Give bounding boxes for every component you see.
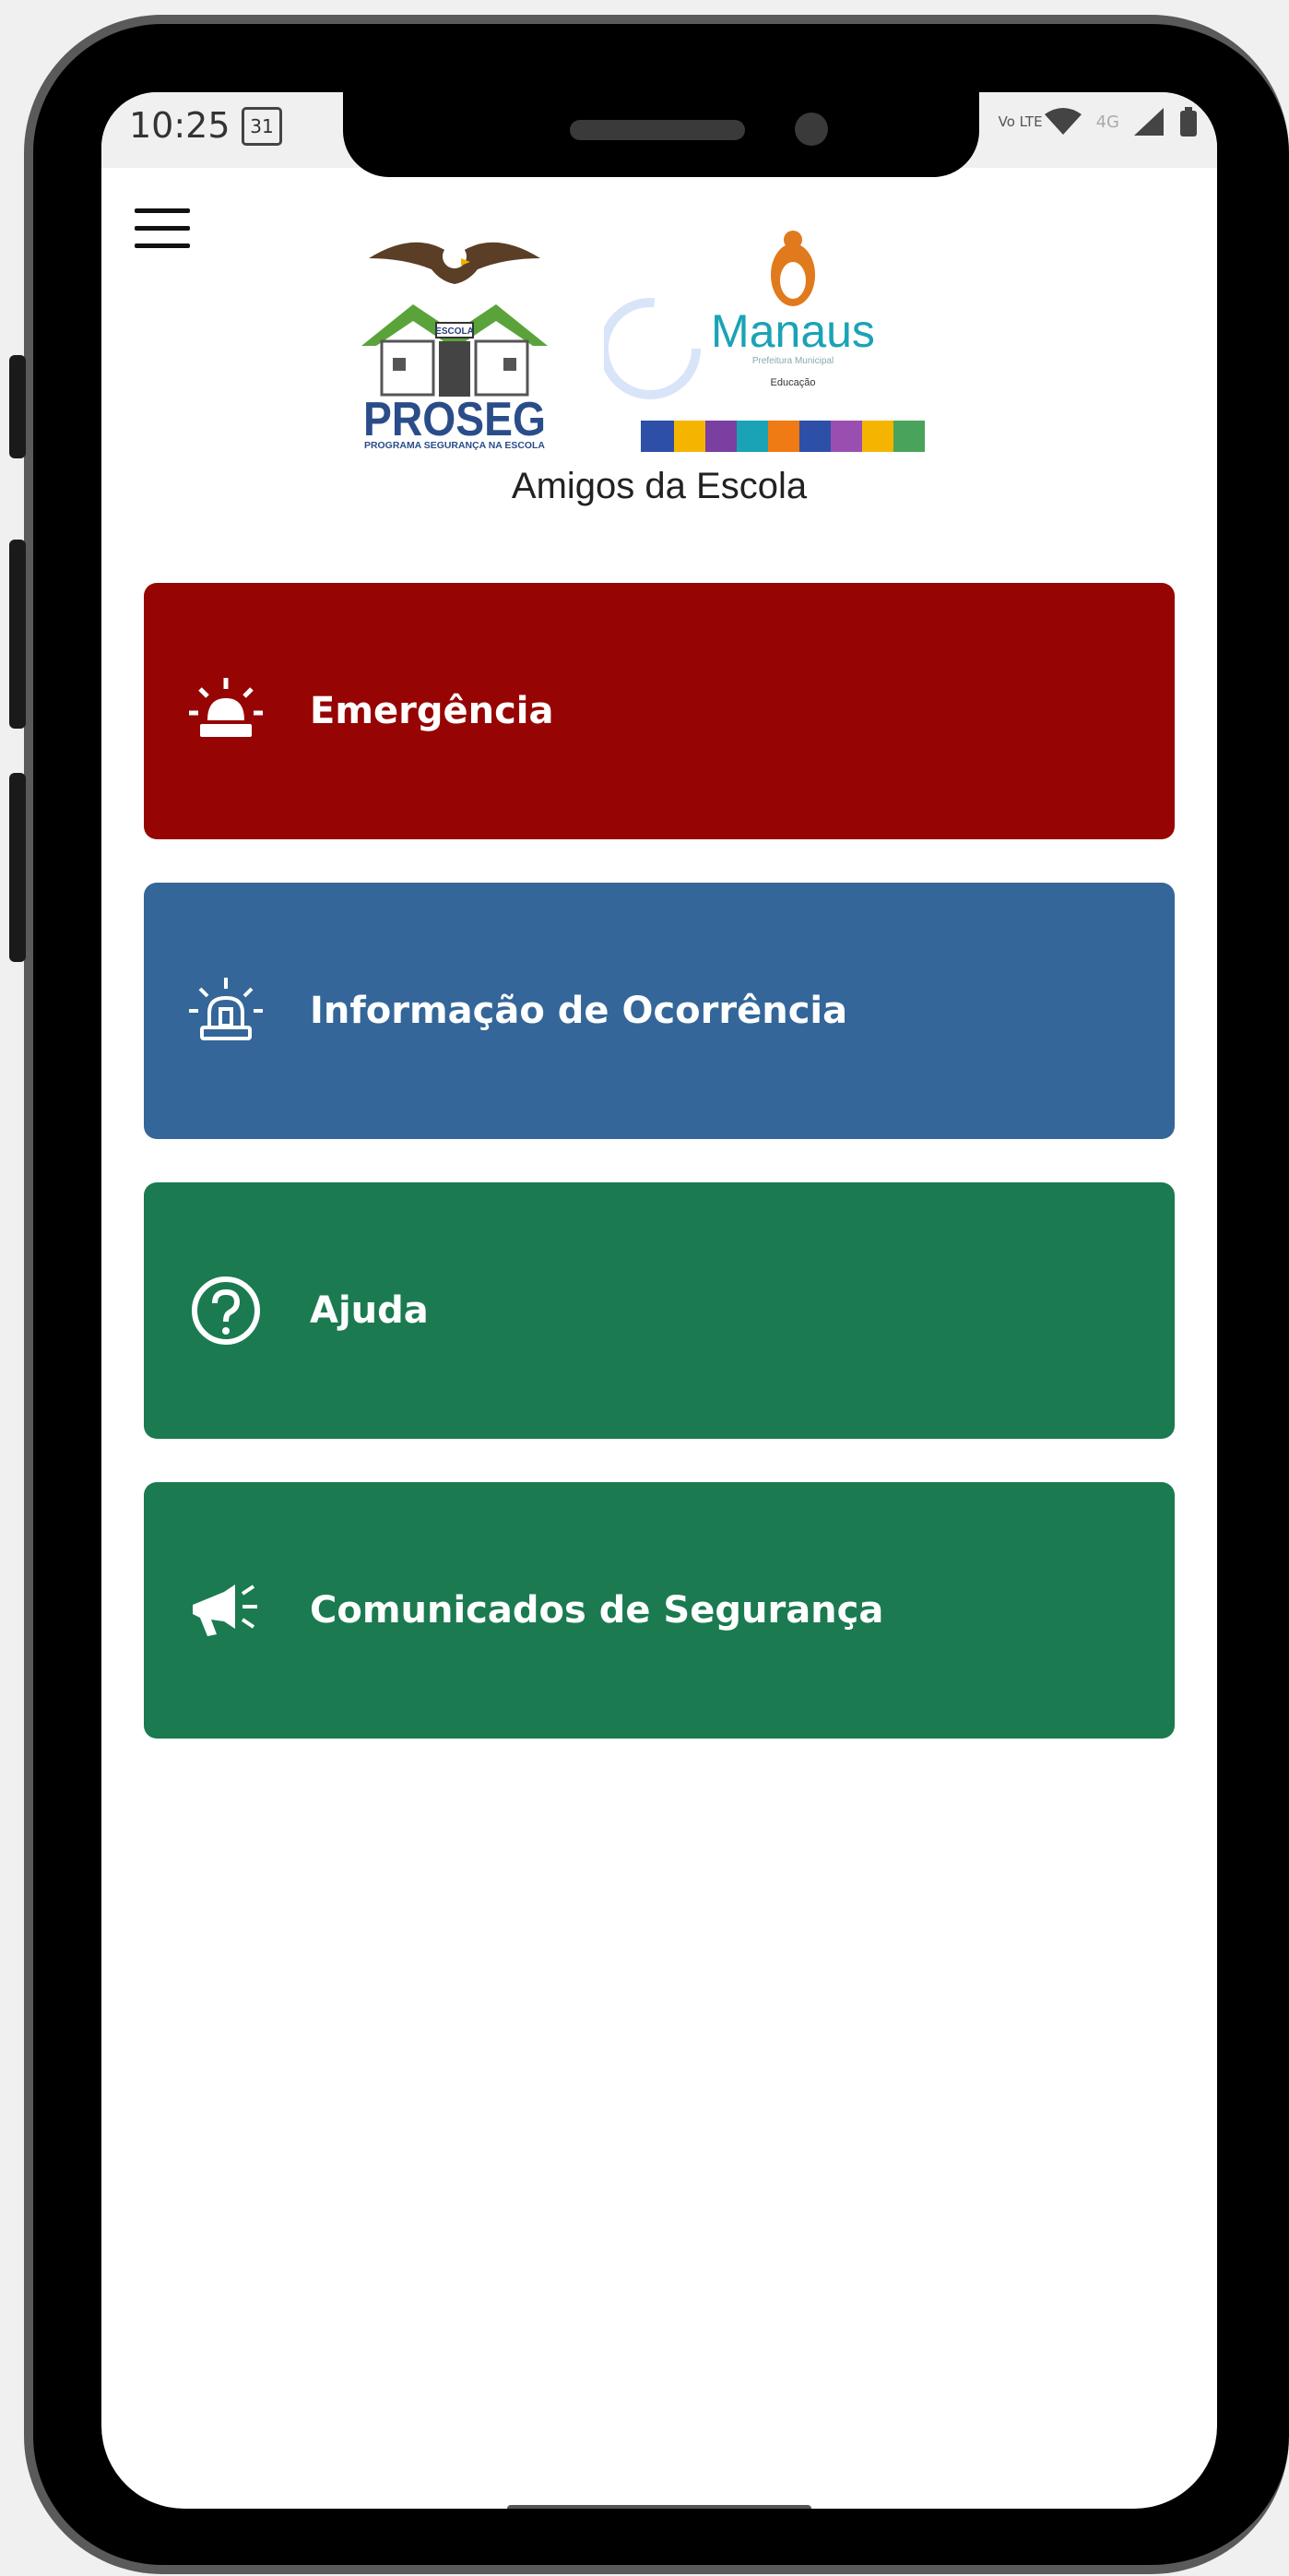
home-indicator[interactable]	[507, 2505, 811, 2509]
proseg-logo-top-text: ESCOLA	[435, 326, 474, 337]
manaus-logo-tagline: Prefeitura Municipal	[752, 356, 834, 366]
manaus-logo-name: Manaus	[711, 305, 875, 357]
wifi-icon	[1044, 108, 1082, 135]
volte-indicator: Vo LTE	[998, 113, 1043, 130]
security-notices-button[interactable]: Comunicados de Segurança	[144, 1482, 1175, 1739]
side-button-2	[9, 540, 26, 729]
siren-icon	[184, 670, 267, 753]
side-button-3	[9, 773, 26, 962]
hamburger-menu-icon[interactable]	[135, 208, 190, 249]
camera-notch	[343, 92, 979, 177]
siren-outline-icon	[184, 969, 267, 1052]
earpiece-speaker	[570, 120, 745, 140]
app-title: Amigos da Escola	[511, 466, 808, 506]
help-button[interactable]: Ajuda	[144, 1182, 1175, 1439]
megaphone-icon	[184, 1569, 267, 1652]
incident-report-button[interactable]: Informação de Ocorrência	[144, 883, 1175, 1139]
manaus-logo-subtitle: Educação	[771, 377, 816, 388]
incident-report-label: Informação de Ocorrência	[310, 990, 848, 1032]
status-icons: Vo LTE 4G	[999, 105, 1199, 138]
question-circle-icon	[184, 1269, 267, 1352]
emergency-label: Emergência	[310, 690, 554, 732]
signal-icon	[1134, 108, 1164, 136]
battery-icon	[1180, 107, 1197, 137]
front-camera	[795, 113, 828, 146]
network-type: 4G	[1095, 112, 1119, 132]
proseg-logo-name: PROSEG	[363, 393, 546, 446]
proseg-logo-subtitle: PROGRAMA SEGURANÇA NA ESCOLA	[364, 441, 545, 451]
help-label: Ajuda	[310, 1289, 429, 1332]
calendar-notification-icon: 31	[242, 107, 282, 146]
app-screen: 10:25 31 Vo LTE 4G ESCOLA PROSEG PROGRAM…	[101, 92, 1217, 2509]
status-time: 10:25	[129, 105, 231, 146]
proseg-logo: ESCOLA PROSEG PROGRAMA SEGURANÇA NA ESCO…	[361, 242, 548, 451]
security-notices-label: Comunicados de Segurança	[310, 1589, 884, 1632]
emergency-button[interactable]: Emergência	[144, 583, 1175, 839]
side-button-1	[9, 355, 26, 458]
manaus-logo: Manaus Prefeitura Municipal Educação	[604, 231, 925, 452]
